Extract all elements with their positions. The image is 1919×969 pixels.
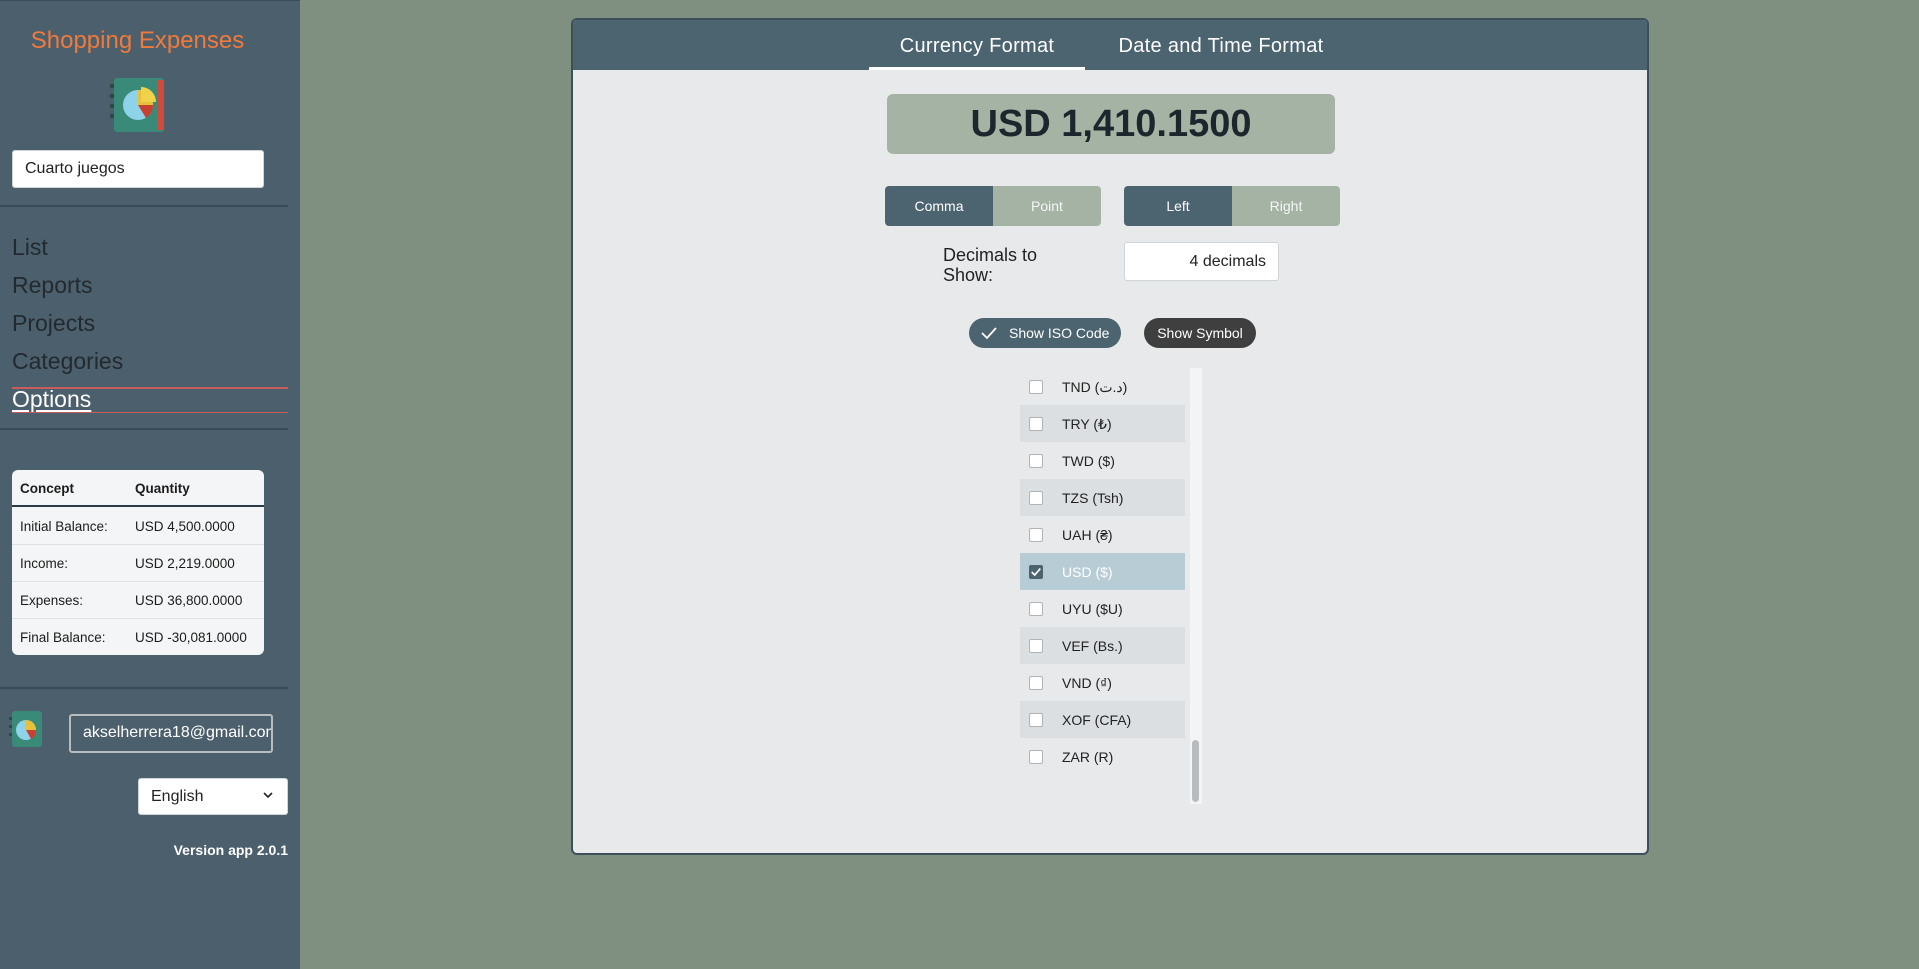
- table-row: Final Balance: USD -30,081.0000: [12, 619, 264, 655]
- currency-label: TWD ($): [1062, 453, 1115, 469]
- currency-label: TRY (₺): [1062, 416, 1112, 432]
- checkbox[interactable]: [1029, 491, 1043, 505]
- position-left-button[interactable]: Left: [1124, 186, 1232, 226]
- scrollbar-track[interactable]: [1190, 368, 1202, 804]
- currency-label: VND (₫): [1062, 675, 1112, 691]
- list-item[interactable]: TRY (₺): [1020, 405, 1185, 442]
- app-version: Version app 2.0.1: [173, 842, 288, 858]
- separator-point-button[interactable]: Point: [993, 186, 1101, 226]
- table-row: Initial Balance: USD 4,500.0000: [12, 508, 264, 545]
- show-symbol-chip[interactable]: Show Symbol: [1144, 318, 1256, 348]
- currency-label: TZS (Tsh): [1062, 490, 1124, 506]
- row-quantity: USD 2,219.0000: [135, 556, 235, 571]
- position-toggle: Left Right: [1124, 186, 1340, 226]
- currency-label: USD ($): [1062, 564, 1113, 580]
- checkbox[interactable]: [1029, 454, 1043, 468]
- options-panel: Currency Format Date and Time Format USD…: [571, 18, 1649, 855]
- app-logo-icon: [110, 78, 164, 132]
- currency-label: TND (د.ت): [1062, 379, 1128, 395]
- checkbox[interactable]: [1029, 602, 1043, 616]
- balance-summary-table: Concept Quantity Initial Balance: USD 4,…: [12, 470, 264, 655]
- nav-item-projects[interactable]: Projects: [12, 310, 95, 337]
- nav-item-categories[interactable]: Categories: [12, 348, 123, 375]
- list-item[interactable]: VND (₫): [1020, 664, 1185, 701]
- list-item[interactable]: UYU ($U): [1020, 590, 1185, 627]
- show-iso-code-label: Show ISO Code: [1009, 325, 1110, 341]
- list-item[interactable]: VEF (Bs.): [1020, 627, 1185, 664]
- project-input[interactable]: [12, 150, 264, 188]
- tab-bar: Currency Format Date and Time Format: [573, 20, 1647, 70]
- divider: [0, 687, 288, 689]
- language-selected: English: [151, 788, 204, 805]
- nav-item-options[interactable]: Options: [12, 386, 91, 413]
- table-header: Concept Quantity: [12, 470, 264, 507]
- currency-label: UYU ($U): [1062, 601, 1123, 617]
- divider: [0, 205, 288, 207]
- column-header-quantity: Quantity: [135, 481, 190, 496]
- chevron-down-icon: [263, 792, 273, 799]
- checkbox[interactable]: [1029, 639, 1043, 653]
- tab-date-time-format[interactable]: Date and Time Format: [1101, 20, 1341, 70]
- user-email[interactable]: akselherrera18@gmail.com: [69, 714, 273, 753]
- table-row: Income: USD 2,219.0000: [12, 545, 264, 582]
- row-concept: Final Balance:: [20, 630, 106, 645]
- row-quantity: USD 4,500.0000: [135, 519, 235, 534]
- position-right-button[interactable]: Right: [1232, 186, 1340, 226]
- currency-label: ZAR (R): [1062, 749, 1114, 765]
- currency-label: UAH (₴): [1062, 527, 1113, 543]
- list-item[interactable]: ZAR (R): [1020, 738, 1185, 775]
- language-select[interactable]: English: [138, 778, 288, 815]
- checkbox[interactable]: [1029, 676, 1043, 690]
- row-quantity: USD -30,081.0000: [135, 630, 247, 645]
- tab-currency-format[interactable]: Currency Format: [869, 20, 1085, 70]
- separator-comma-button[interactable]: Comma: [885, 186, 993, 226]
- currency-list: TND (د.ت) TRY (₺) TWD ($) TZS (Tsh) UAH …: [1020, 368, 1206, 804]
- row-concept: Initial Balance:: [20, 519, 108, 534]
- check-icon: [981, 327, 997, 340]
- separator-toggle: Comma Point: [885, 186, 1101, 226]
- list-item-selected[interactable]: USD ($): [1020, 553, 1185, 590]
- row-quantity: USD 36,800.0000: [135, 593, 243, 608]
- avatar[interactable]: [8, 709, 44, 749]
- currency-label: XOF (CFA): [1062, 712, 1132, 728]
- row-concept: Expenses:: [20, 593, 84, 608]
- checkbox[interactable]: [1029, 750, 1043, 764]
- row-concept: Income:: [20, 556, 69, 571]
- list-item[interactable]: TND (د.ت): [1020, 368, 1185, 405]
- list-item[interactable]: XOF (CFA): [1020, 701, 1185, 738]
- decimals-select[interactable]: 4 decimals: [1124, 242, 1279, 281]
- scrollbar-thumb[interactable]: [1192, 740, 1199, 802]
- checkbox[interactable]: [1029, 417, 1043, 431]
- currency-label: VEF (Bs.): [1062, 638, 1123, 654]
- table-row: Expenses: USD 36,800.0000: [12, 582, 264, 619]
- sidebar: Shopping Expenses List Reports Projects …: [0, 0, 300, 969]
- check-icon: [1031, 568, 1041, 577]
- list-item[interactable]: UAH (₴): [1020, 516, 1185, 553]
- checkbox[interactable]: [1029, 380, 1043, 394]
- decimals-label: Decimals to Show:: [943, 245, 1038, 285]
- checkbox[interactable]: [1029, 713, 1043, 727]
- nav-item-list[interactable]: List: [12, 234, 48, 261]
- checkbox[interactable]: [1029, 528, 1043, 542]
- app-title: Shopping Expenses: [30, 27, 245, 54]
- active-indicator-bottom: [12, 412, 288, 413]
- divider: [0, 428, 288, 430]
- checkbox-checked[interactable]: [1029, 565, 1043, 579]
- list-item[interactable]: TZS (Tsh): [1020, 479, 1185, 516]
- show-iso-code-chip[interactable]: Show ISO Code: [969, 318, 1121, 348]
- column-header-concept: Concept: [20, 481, 74, 496]
- currency-preview: USD 1,410.1500: [887, 94, 1335, 154]
- nav-item-reports[interactable]: Reports: [12, 272, 93, 299]
- list-item[interactable]: TWD ($): [1020, 442, 1185, 479]
